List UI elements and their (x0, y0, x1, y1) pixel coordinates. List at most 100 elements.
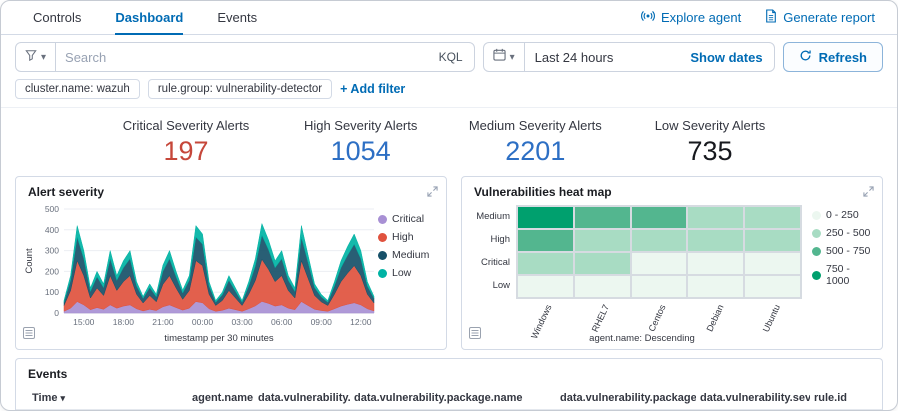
metric-label: Low Severity Alerts (635, 118, 785, 133)
expand-panel-icon[interactable] (863, 184, 874, 202)
heatmap-cell-critical-centos[interactable] (631, 252, 688, 275)
sort-desc-icon[interactable]: ▾ (61, 393, 66, 403)
svg-text:06:00: 06:00 (271, 317, 293, 327)
legend-item-high[interactable]: High (378, 231, 442, 243)
heatmap-cell-medium-ubuntu[interactable] (744, 206, 801, 229)
generate-report-icon (765, 9, 777, 26)
area-chart[interactable]: 010020030040050015:0018:0021:0000:0003:0… (22, 201, 378, 345)
events-column-rule-id[interactable]: rule.id (810, 387, 870, 409)
legend-label: Low (392, 267, 411, 279)
legend-item-500-750[interactable]: 500 - 750 (812, 245, 876, 257)
legend-dot-icon (812, 247, 821, 256)
legend-label: 500 - 750 (826, 245, 870, 257)
legend-label: 0 - 250 (826, 209, 859, 221)
query-language-button[interactable]: KQL (428, 50, 474, 64)
metric-value: 735 (635, 136, 785, 166)
heatmap-cell-critical-rhel7[interactable] (574, 252, 631, 275)
legend-item-critical[interactable]: Critical (378, 213, 442, 225)
legend-item-medium[interactable]: Medium (378, 249, 442, 261)
svg-text:400: 400 (45, 225, 59, 235)
legend-item-250-500[interactable]: 250 - 500 (812, 227, 876, 239)
heatmap-cell-high-centos[interactable] (631, 229, 688, 252)
refresh-icon (799, 49, 812, 65)
svg-text:timestamp per 30 minutes: timestamp per 30 minutes (164, 333, 274, 344)
heatmap-cell-critical-ubuntu[interactable] (744, 252, 801, 275)
generate-report-label: Generate report (783, 10, 875, 25)
legend-item-750-1000[interactable]: 750 - 1000 (812, 263, 876, 287)
heatmap-cell-medium-centos[interactable] (631, 206, 688, 229)
svg-text:18:00: 18:00 (113, 317, 135, 327)
events-column-agent-name[interactable]: agent.name (188, 387, 254, 409)
metric-value: 197 (111, 136, 261, 166)
heatmap-cell-low-windows[interactable] (517, 275, 574, 298)
expand-panel-icon[interactable] (427, 184, 438, 202)
metric-high: High Severity Alerts 1054 (286, 118, 436, 166)
events-column-data-vulnerability-package-name[interactable]: data.vulnerability.package.name (350, 387, 556, 409)
filter-pill-cluster-name[interactable]: cluster.name: wazuh (15, 79, 140, 99)
heatmap-row-label: Medium (472, 205, 516, 228)
header-actions: Explore agent Generate report (641, 9, 875, 26)
events-panel: Events Time ▾agent.namedata.vulnerabilit… (15, 358, 883, 411)
heatmap-cell-high-rhel7[interactable] (574, 229, 631, 252)
time-range-value[interactable]: Last 24 hours (525, 50, 680, 65)
svg-text:100: 100 (45, 287, 59, 297)
heatmap-row-label: Low (472, 274, 516, 297)
tab-events[interactable]: Events (217, 1, 257, 34)
svg-text:12:00: 12:00 (350, 317, 372, 327)
legend-item-0-250[interactable]: 0 - 250 (812, 209, 876, 221)
heatmap-grid (516, 205, 802, 299)
search-input[interactable] (56, 50, 428, 65)
events-column-time[interactable]: Time ▾ (28, 387, 188, 409)
legend-dot-icon (378, 251, 387, 260)
heatmap-cell-high-windows[interactable] (517, 229, 574, 252)
heatmap-cell-high-ubuntu[interactable] (744, 229, 801, 252)
panel-title: Events (16, 359, 882, 381)
saved-query-menu-button[interactable]: ▾ (16, 43, 56, 71)
heatmap-cell-critical-debian[interactable] (687, 252, 744, 275)
alert-severity-chart: 010020030040050015:0018:0021:0000:0003:0… (16, 199, 446, 345)
metric-value: 1054 (286, 136, 436, 166)
heatmap-cell-low-ubuntu[interactable] (744, 275, 801, 298)
legend-item-low[interactable]: Low (378, 267, 442, 279)
events-column-data-vulnerability-severity[interactable]: data.vulnerability.severity (696, 387, 810, 409)
tab-controls[interactable]: Controls (33, 1, 81, 34)
add-filter-button[interactable]: + Add filter (340, 82, 405, 96)
metric-low: Low Severity Alerts 735 (635, 118, 785, 166)
svg-text:500: 500 (45, 204, 59, 214)
legend-label: 250 - 500 (826, 227, 870, 239)
explore-agent-button[interactable]: Explore agent (641, 9, 741, 26)
show-dates-button[interactable]: Show dates (679, 50, 773, 65)
panel-title: Vulnerabilities heat map (462, 177, 882, 199)
tab-dashboard[interactable]: Dashboard (115, 1, 183, 34)
heatmap-cell-low-debian[interactable] (687, 275, 744, 298)
refresh-label: Refresh (819, 50, 867, 65)
severity-metrics-row: Critical Severity Alerts 197 High Severi… (1, 108, 897, 170)
svg-text:Count: Count (24, 248, 35, 274)
explore-agent-label: Explore agent (661, 10, 741, 25)
heatmap-cell-low-rhel7[interactable] (574, 275, 631, 298)
heatmap-cell-low-centos[interactable] (631, 275, 688, 298)
date-quick-menu-button[interactable]: ▾ (484, 43, 525, 71)
heatmap-cell-medium-debian[interactable] (687, 206, 744, 229)
explore-agent-icon (641, 9, 655, 26)
refresh-button[interactable]: Refresh (783, 42, 883, 72)
legend-dot-icon (812, 229, 821, 238)
svg-text:21:00: 21:00 (152, 317, 174, 327)
heatmap-cell-medium-windows[interactable] (517, 206, 574, 229)
svg-text:00:00: 00:00 (192, 317, 214, 327)
heatmap-cell-critical-windows[interactable] (517, 252, 574, 275)
heatmap-row-label: High (472, 228, 516, 251)
heatmap-cell-medium-rhel7[interactable] (574, 206, 631, 229)
events-column-data-vulnerability-package-version[interactable]: data.vulnerability.package.version (556, 387, 696, 409)
filter-pill-rule-group[interactable]: rule.group: vulnerability-detector (148, 79, 332, 99)
panel-data-list-icon[interactable] (23, 326, 35, 344)
search-bar: ▾ KQL ▾ Last 24 hours Show dates Refresh (1, 35, 897, 77)
alert-severity-panel: Alert severity 010020030040050015:0018:0… (15, 176, 447, 350)
panel-data-list-icon[interactable] (469, 326, 481, 344)
legend-label: Medium (392, 249, 429, 261)
heatmap-cell-high-debian[interactable] (687, 229, 744, 252)
legend-dot-icon (812, 271, 821, 280)
generate-report-button[interactable]: Generate report (765, 9, 875, 26)
caret-down-icon: ▾ (41, 52, 46, 63)
events-column-data-vulnerability-cve[interactable]: data.vulnerability.cve (254, 387, 350, 409)
